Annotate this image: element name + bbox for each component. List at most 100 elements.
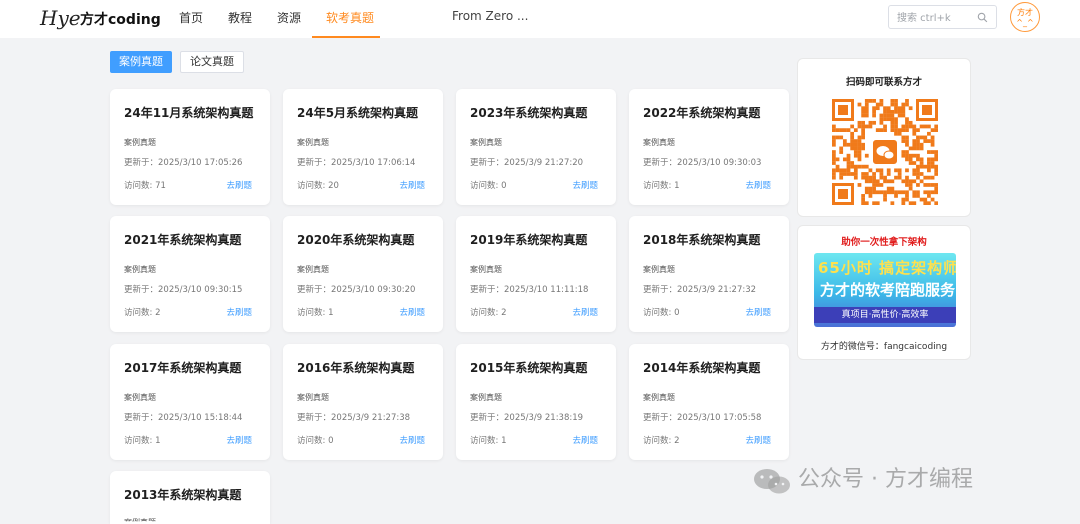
wechat-qr-code [832,99,938,205]
card-title: 2021年系统架构真题 [124,233,242,247]
brand-name[interactable]: 方才coding [80,9,161,29]
tab-case-papers[interactable]: 案例真题 [110,51,172,73]
card-title: 24年5月系统架构真题 [297,106,419,120]
card-visits: 访问数: 2 [643,436,680,446]
practice-link[interactable]: 去刷题 [399,434,425,446]
card-title: 2019年系统架构真题 [470,233,588,247]
practice-link[interactable]: 去刷题 [572,306,598,318]
card-updated: 更新于：2025/3/10 11:11:18 [470,285,589,295]
exam-card[interactable]: 2015年系统架构真题 案例真题 更新于：2025/3/9 21:38:19 访… [456,344,616,460]
promo-heading: 助你一次性拿下架构 [841,237,927,248]
card-tag: 案例真题 [643,393,675,402]
card-tag: 案例真题 [297,265,329,274]
card-tag: 案例真题 [124,393,156,402]
avatar-label: 方才 ^_^ [1016,8,1034,27]
card-visits: 访问数: 0 [297,436,334,446]
search-icon[interactable] [977,12,988,23]
practice-link[interactable]: 去刷题 [226,179,252,191]
card-tag: 案例真题 [297,393,329,402]
card-updated: 更新于：2025/3/10 17:06:14 [297,158,416,168]
practice-link[interactable]: 去刷题 [399,306,425,318]
nav-home[interactable]: 首页 [179,9,203,26]
card-updated: 更新于：2025/3/9 21:27:20 [470,158,584,168]
exam-card[interactable]: 2020年系统架构真题 案例真题 更新于：2025/3/10 09:30:20 … [283,216,443,332]
card-title: 2023年系统架构真题 [470,106,588,120]
practice-link[interactable]: 去刷题 [226,306,252,318]
card-tag: 案例真题 [643,138,675,147]
exam-card[interactable]: 2018年系统架构真题 案例真题 更新于：2025/3/9 21:27:32 访… [629,216,789,332]
nav-tutorials[interactable]: 教程 [228,9,252,26]
card-updated: 更新于：2025/3/9 21:27:32 [643,285,757,295]
card-tag: 案例真题 [124,265,156,274]
practice-link[interactable]: 去刷题 [745,179,771,191]
exam-card[interactable]: 24年11月系统架构真题 案例真题 更新于：2025/3/10 17:05:26… [110,89,270,205]
card-updated: 更新于：2025/3/9 21:27:38 [297,413,411,423]
card-tag: 案例真题 [124,518,156,524]
card-tag: 案例真题 [124,138,156,147]
card-updated: 更新于：2025/3/10 09:30:20 [297,285,416,295]
practice-link[interactable]: 去刷题 [399,179,425,191]
card-title: 2014年系统架构真题 [643,361,761,375]
tab-essay-papers[interactable]: 论文真题 [180,51,244,73]
watermark-text: 公众号 · 方才编程 [798,467,973,492]
card-visits: 访问数: 1 [124,436,161,446]
practice-link[interactable]: 去刷题 [572,434,598,446]
exam-card[interactable]: 2017年系统架构真题 案例真题 更新于：2025/3/10 15:18:44 … [110,344,270,460]
nav-resources[interactable]: 资源 [277,9,301,26]
card-visits: 访问数: 0 [470,181,507,191]
exam-card[interactable]: 2016年系统架构真题 案例真题 更新于：2025/3/9 21:27:38 访… [283,344,443,460]
promo-panel: 助你一次性拿下架构 65小时 搞定架构师 方才的软考陪跑服务 真项目·高性价·高… [797,225,971,360]
card-updated: 更新于：2025/3/10 09:30:03 [643,158,762,168]
card-title: 2015年系统架构真题 [470,361,588,375]
practice-link[interactable]: 去刷题 [745,306,771,318]
nav-exam-papers[interactable]: 软考真题 [326,9,374,26]
card-title: 2016年系统架构真题 [297,361,415,375]
practice-link[interactable]: 去刷题 [572,179,598,191]
card-visits: 访问数: 71 [124,181,166,191]
exam-card[interactable]: 2021年系统架构真题 案例真题 更新于：2025/3/10 09:30:15 … [110,216,270,332]
card-updated: 更新于：2025/3/10 17:05:26 [124,158,243,168]
card-visits: 访问数: 2 [124,308,161,318]
practice-link[interactable]: 去刷题 [745,434,771,446]
card-visits: 访问数: 1 [643,181,680,191]
card-tag: 案例真题 [470,265,502,274]
exam-card[interactable]: 2013年系统架构真题 案例真题 [110,471,270,524]
wechat-id: 方才的微信号：fangcaicoding [820,342,948,352]
card-updated: 更新于：2025/3/10 15:18:44 [124,413,243,423]
contact-qr-panel: 扫码即可联系方才 [797,58,971,217]
exam-card[interactable]: 2023年系统架构真题 案例真题 更新于：2025/3/9 21:27:20 访… [456,89,616,205]
exam-card[interactable]: 2022年系统架构真题 案例真题 更新于：2025/3/10 09:30:03 … [629,89,789,205]
qr-heading: 扫码即可联系方才 [845,77,922,88]
card-visits: 访问数: 20 [297,181,339,191]
card-tag: 案例真题 [297,138,329,147]
exam-card[interactable]: 24年5月系统架构真题 案例真题 更新于：2025/3/10 17:06:14 … [283,89,443,205]
promo-line-1: 65小时 搞定架构师 [818,259,956,277]
practice-link[interactable]: 去刷题 [226,434,252,446]
exam-card[interactable]: 2014年系统架构真题 案例真题 更新于：2025/3/10 17:05:58 … [629,344,789,460]
active-nav-indicator [312,36,380,38]
wechat-icon [754,469,790,494]
card-updated: 更新于：2025/3/10 17:05:58 [643,413,762,423]
card-updated: 更新于：2025/3/9 21:38:19 [470,413,584,423]
card-title: 2018年系统架构真题 [643,233,761,247]
card-tag: 案例真题 [470,393,502,402]
card-visits: 访问数: 1 [297,308,334,318]
card-title: 24年11月系统架构真题 [124,106,254,120]
exam-card[interactable]: 2019年系统架构真题 案例真题 更新于：2025/3/10 11:11:18 … [456,216,616,332]
nav-from-zero[interactable]: From Zero ... [452,9,528,23]
card-title: 2013年系统架构真题 [124,488,242,502]
avatar[interactable]: 方才 ^_^ [1010,2,1040,32]
card-title: 2020年系统架构真题 [297,233,415,247]
search-input[interactable] [889,7,969,30]
card-visits: 访问数: 2 [470,308,507,318]
card-visits: 访问数: 1 [470,436,507,446]
promo-line-3: 真项目·高性价·高效率 [814,307,956,323]
card-tag: 案例真题 [643,265,675,274]
top-navbar: Hye 方才coding 首页 教程 资源 软考真题 From Zero ...… [0,0,1080,38]
card-title: 2017年系统架构真题 [124,361,242,375]
logo[interactable]: Hye [40,4,81,32]
promo-banner[interactable]: 65小时 搞定架构师 方才的软考陪跑服务 真项目·高性价·高效率 [814,253,956,327]
promo-line-2: 方才的软考陪跑服务 [820,281,956,299]
search-box[interactable] [888,5,997,30]
card-title: 2022年系统架构真题 [643,106,761,120]
